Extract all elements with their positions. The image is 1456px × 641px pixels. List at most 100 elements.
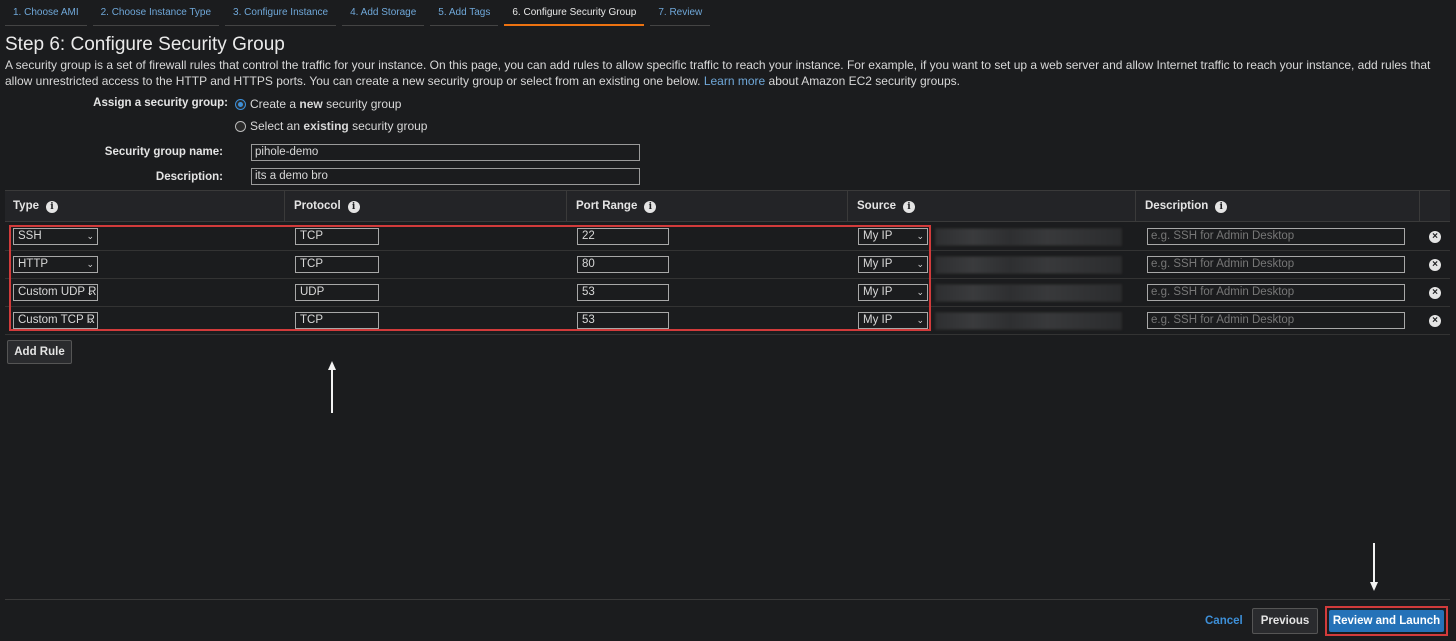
rule-protocol-field: TCP (295, 228, 379, 245)
rule-protocol-field: TCP (295, 256, 379, 273)
rule-source-ip-input[interactable] (935, 312, 1122, 330)
rule-description-input[interactable]: e.g. SSH for Admin Desktop (1147, 284, 1405, 301)
rule-source-select[interactable]: My IP ⌄ (858, 256, 928, 273)
info-icon[interactable]: i (1215, 200, 1228, 213)
close-icon[interactable]: × (1429, 315, 1441, 327)
chevron-down-icon: ⌄ (916, 259, 924, 269)
table-header: Type i Protocol i Port Range i Source i … (5, 190, 1450, 222)
learn-more-link[interactable]: Learn more (704, 74, 765, 88)
chevron-down-icon: ⌄ (916, 315, 924, 325)
security-group-name-label: Security group name: (104, 146, 223, 158)
rule-source-value: My IP (863, 286, 893, 298)
info-icon[interactable]: i (347, 200, 360, 213)
rule-type-value: Custom TCP R (18, 314, 95, 326)
annotation-arrow-shaft (331, 369, 333, 413)
chevron-down-icon: ⌄ (86, 315, 94, 325)
rule-source-select[interactable]: My IP ⌄ (858, 312, 928, 329)
cancel-button[interactable]: Cancel (1205, 615, 1243, 627)
rule-port-input[interactable]: 22 (577, 228, 669, 245)
radio-select-existing[interactable]: Select an existing security group (235, 119, 427, 133)
table-row: SSH ⌄ TCP 22 My IP ⌄ e.g. SSH for Admin De… (5, 223, 1450, 251)
chevron-down-icon: ⌄ (916, 287, 924, 297)
radio-create-new-prefix: Create a (250, 97, 297, 111)
info-icon[interactable]: i (644, 200, 657, 213)
review-and-launch-button[interactable]: Review and Launch (1329, 610, 1444, 632)
radio-create-new-bold: new (299, 97, 323, 111)
tab-configure-instance[interactable]: 3. Configure Instance (225, 0, 337, 26)
close-icon[interactable]: × (1429, 259, 1441, 271)
table-row: Custom UDP R ⌄ UDP 53 My IP ⌄ e.g. SSH for… (5, 279, 1450, 307)
rule-description-input[interactable]: e.g. SSH for Admin Desktop (1147, 228, 1405, 245)
header-type: Type i (5, 191, 285, 222)
assign-security-group-label: Assign a security group: (93, 97, 228, 109)
wizard-tabs: 1. Choose AMI 2. Choose Instance Type 3.… (5, 0, 716, 26)
footer-divider (5, 599, 1450, 600)
header-description: Description i (1137, 191, 1420, 222)
header-description-label: Description (1145, 200, 1209, 212)
header-source-label: Source (857, 200, 896, 212)
radio-existing-prefix: Select an (250, 119, 301, 133)
info-icon[interactable]: i (903, 200, 915, 213)
rule-type-value: Custom UDP R (18, 286, 97, 298)
header-protocol: Protocol i (286, 191, 567, 222)
rule-source-ip-input[interactable] (935, 256, 1122, 274)
annotation-arrow-shaft (1373, 543, 1375, 583)
close-icon[interactable]: × (1429, 287, 1441, 299)
tab-add-tags[interactable]: 5. Add Tags (430, 0, 499, 26)
rule-type-value: SSH (18, 230, 42, 242)
rule-type-select[interactable]: SSH ⌄ (13, 228, 98, 245)
rule-port-input[interactable]: 80 (577, 256, 669, 273)
header-protocol-label: Protocol (294, 200, 341, 212)
rule-source-value: My IP (863, 230, 893, 242)
header-source: Source i (849, 191, 1136, 222)
add-rule-button[interactable]: Add Rule (7, 340, 72, 364)
rule-protocol-field: UDP (295, 284, 379, 301)
security-rules-table: Type i Protocol i Port Range i Source i … (5, 190, 1450, 335)
review-and-launch-highlight: Review and Launch (1325, 606, 1448, 636)
radio-create-new-suffix: security group (326, 97, 402, 111)
radio-create-new[interactable]: Create a new security group (235, 97, 401, 111)
chevron-down-icon: ⌄ (916, 231, 924, 241)
tab-configure-security-group[interactable]: 6. Configure Security Group (504, 0, 645, 26)
rule-type-value: HTTP (18, 258, 49, 270)
table-row: HTTP ⌄ TCP 80 My IP ⌄ e.g. SSH for Admin D… (5, 251, 1450, 279)
intro-suffix: about Amazon EC2 security groups. (768, 74, 960, 88)
header-type-label: Type (13, 200, 39, 212)
page-title: Step 6: Configure Security Group (5, 34, 285, 55)
rule-source-ip-input[interactable] (935, 228, 1122, 246)
tab-choose-ami[interactable]: 1. Choose AMI (5, 0, 87, 26)
rule-source-value: My IP (863, 258, 893, 270)
close-icon[interactable]: × (1429, 231, 1441, 243)
tab-review[interactable]: 7. Review (650, 0, 711, 26)
description-label: Description: (155, 171, 223, 183)
radio-button-unchecked[interactable] (235, 120, 246, 132)
intro-text: A security group is a set of firewall ru… (5, 57, 1450, 89)
rule-port-input[interactable]: 53 (577, 312, 669, 329)
info-icon[interactable]: i (46, 200, 58, 213)
chevron-down-icon: ⌄ (86, 287, 94, 297)
rule-source-select[interactable]: My IP ⌄ (858, 284, 928, 301)
rule-source-ip-input[interactable] (935, 284, 1122, 302)
header-port-range: Port Range i (568, 191, 848, 222)
table-row: Custom TCP R ⌄ TCP 53 My IP ⌄ e.g. SSH for… (5, 307, 1450, 335)
rule-protocol-field: TCP (295, 312, 379, 329)
radio-button-checked[interactable] (235, 98, 246, 110)
rule-type-select[interactable]: HTTP ⌄ (13, 256, 98, 273)
rule-description-input[interactable]: e.g. SSH for Admin Desktop (1147, 312, 1405, 329)
annotation-arrow-down-icon (1370, 582, 1378, 591)
rule-type-select[interactable]: Custom UDP R ⌄ (13, 284, 98, 301)
previous-button[interactable]: Previous (1252, 608, 1318, 634)
rule-port-input[interactable]: 53 (577, 284, 669, 301)
rule-source-select[interactable]: My IP ⌄ (858, 228, 928, 245)
header-port-range-label: Port Range (576, 200, 638, 212)
rule-description-input[interactable]: e.g. SSH for Admin Desktop (1147, 256, 1405, 273)
radio-existing-suffix: security group (352, 119, 428, 133)
radio-existing-bold: existing (303, 119, 349, 133)
rule-type-select[interactable]: Custom TCP R ⌄ (13, 312, 98, 329)
tab-add-storage[interactable]: 4. Add Storage (342, 0, 425, 26)
rule-source-value: My IP (863, 314, 893, 326)
description-input[interactable]: its a demo bro (251, 168, 640, 185)
tab-choose-instance-type[interactable]: 2. Choose Instance Type (92, 0, 220, 26)
chevron-down-icon: ⌄ (86, 259, 94, 269)
security-group-name-input[interactable]: pihole-demo (251, 144, 640, 161)
